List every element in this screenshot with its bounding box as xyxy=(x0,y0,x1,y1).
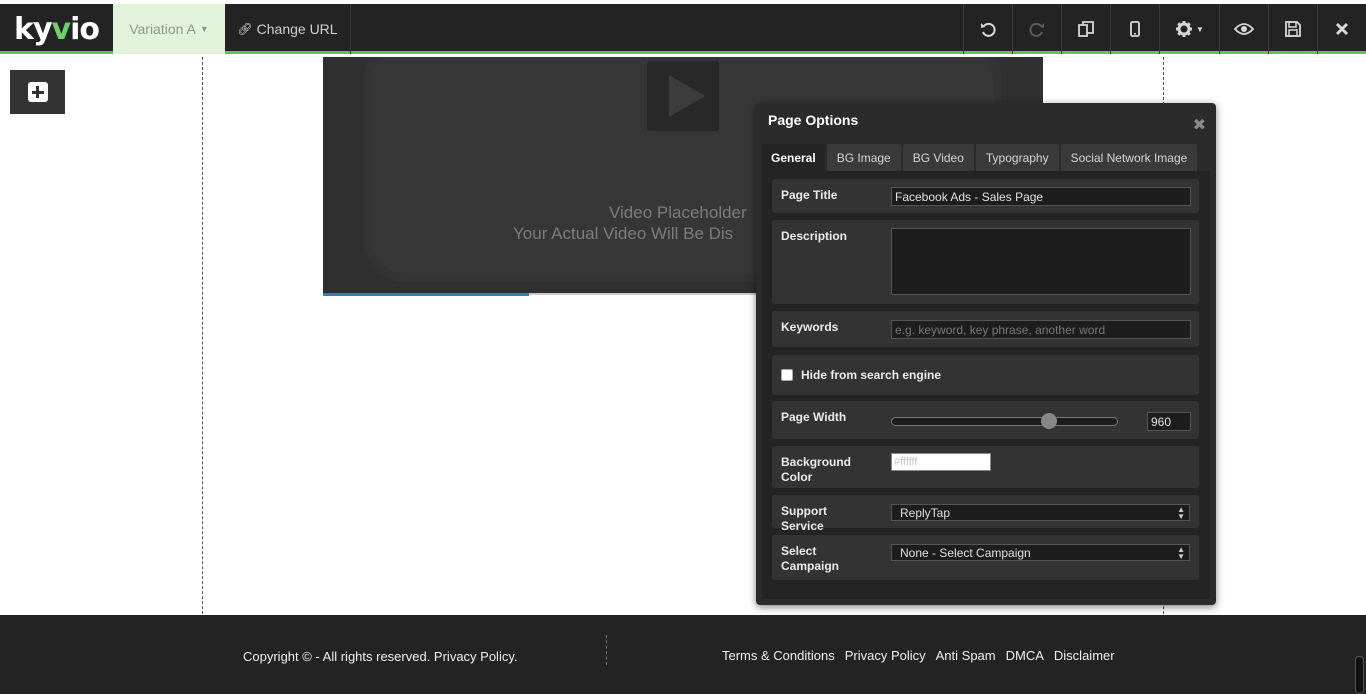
keywords-row: Keywords e.g. keyword, key phrase, anoth… xyxy=(772,311,1199,347)
copy-icon xyxy=(1078,21,1094,37)
kyvio-logo[interactable]: ky v io xyxy=(0,4,113,54)
tab-social-network-image[interactable]: Social Network Image xyxy=(1060,144,1198,171)
keywords-label: Keywords xyxy=(781,320,839,334)
page-width-label: Page Width xyxy=(781,410,847,424)
hide-search-label: Hide from search engine xyxy=(801,368,942,382)
footer-link-disclaimer[interactable]: Disclaimer xyxy=(1054,648,1115,663)
footer-link-anti-spam[interactable]: Anti Spam xyxy=(936,648,996,663)
campaign-select[interactable]: None - Select Campaign ▲ ▼ xyxy=(891,544,1190,561)
duplicate-button[interactable] xyxy=(1061,4,1110,54)
mobile-icon xyxy=(1130,21,1140,37)
background-color-input[interactable]: #ffffff xyxy=(891,453,991,471)
select-arrows-icon: ▲ ▼ xyxy=(1177,544,1185,561)
change-url-button[interactable]: 🔗︎ Change URL xyxy=(225,4,351,54)
scrollbar-thumb[interactable] xyxy=(1355,656,1364,694)
redo-button[interactable] xyxy=(1012,4,1061,54)
logo-text-suffix: io xyxy=(70,11,100,47)
support-service-row: Support Service ReplyTap ▲ ▼ xyxy=(772,495,1199,533)
tab-bg-image[interactable]: BG Image xyxy=(826,144,901,171)
page-title-input[interactable]: Facebook Ads - Sales Page xyxy=(891,187,1191,206)
hide-search-checkbox[interactable] xyxy=(781,369,793,381)
caret-down-icon: ▼ xyxy=(1196,24,1204,34)
page-width-input[interactable]: 960 xyxy=(1147,412,1191,431)
link-icon: 🔗︎ xyxy=(237,22,253,36)
variation-dropdown[interactable]: Variation A ▼ xyxy=(113,4,225,54)
footer-copyright: Copyright © - All rights reserved. Priva… xyxy=(243,649,518,664)
undo-button[interactable] xyxy=(963,4,1012,54)
left-guide-line xyxy=(202,57,203,694)
variation-label: Variation A xyxy=(129,21,196,37)
campaign-row: Select Campaign None - Select Campaign ▲… xyxy=(772,535,1199,580)
gear-icon xyxy=(1176,21,1193,37)
tab-bg-video[interactable]: BG Video xyxy=(902,144,974,171)
add-element-button[interactable] xyxy=(10,70,65,114)
page-title-label: Page Title xyxy=(781,188,838,202)
preview-button[interactable] xyxy=(1219,4,1268,54)
close-icon xyxy=(1335,22,1349,36)
support-service-value: ReplyTap xyxy=(900,505,951,520)
support-service-label: Support Service xyxy=(781,504,827,533)
description-row: Description xyxy=(772,220,1199,304)
save-icon xyxy=(1285,21,1301,37)
background-color-row: Background Color #ffffff xyxy=(772,446,1199,488)
footer-link-dmca[interactable]: DMCA xyxy=(1006,648,1044,663)
background-color-label: Background Color xyxy=(781,455,852,484)
dialog-tabs: General BG Image BG Video Typography Soc… xyxy=(762,144,1198,171)
save-button[interactable] xyxy=(1268,4,1317,54)
keywords-input[interactable]: e.g. keyword, key phrase, another word xyxy=(891,320,1191,339)
select-arrows-icon: ▲ ▼ xyxy=(1177,504,1185,521)
toolbar-actions: ▼ xyxy=(963,4,1366,54)
page-options-dialog: Page Options ✖ General BG Image BG Video… xyxy=(756,103,1216,605)
tab-typography[interactable]: Typography xyxy=(975,144,1059,171)
footer-link-terms[interactable]: Terms & Conditions xyxy=(722,648,835,663)
top-toolbar: ky v io Variation A ▼ 🔗︎ Change URL ▼ xyxy=(0,4,1366,54)
page-width-slider-handle[interactable] xyxy=(1041,413,1057,429)
footer-link-privacy[interactable]: Privacy Policy xyxy=(845,648,926,663)
general-tab-panel: Page Title Facebook Ads - Sales Page Des… xyxy=(762,171,1210,599)
video-placeholder-title: Video Placeholder xyxy=(609,203,747,222)
caret-down-icon: ▼ xyxy=(199,24,209,34)
campaign-value: None - Select Campaign xyxy=(900,545,1031,560)
description-textarea[interactable] xyxy=(891,228,1191,295)
redo-icon xyxy=(1029,22,1044,37)
play-icon[interactable] xyxy=(647,61,719,131)
settings-dropdown[interactable]: ▼ xyxy=(1159,4,1219,54)
logo-text-prefix: ky xyxy=(14,11,53,47)
page-footer: Copyright © - All rights reserved. Priva… xyxy=(0,615,1366,694)
plus-square-icon xyxy=(27,82,48,102)
dialog-close-icon[interactable]: ✖ xyxy=(1193,115,1206,135)
mobile-view-button[interactable] xyxy=(1110,4,1159,54)
hide-search-row: Hide from search engine xyxy=(772,355,1199,395)
dialog-title: Page Options xyxy=(768,112,859,128)
campaign-label: Select Campaign xyxy=(781,544,840,573)
change-url-label: Change URL xyxy=(256,21,338,37)
undo-icon xyxy=(981,22,996,37)
page-width-row: Page Width 960 xyxy=(772,401,1199,439)
support-service-select[interactable]: ReplyTap ▲ ▼ xyxy=(891,504,1190,521)
close-editor-button[interactable] xyxy=(1317,4,1366,54)
footer-links: Terms & Conditions Privacy Policy Anti S… xyxy=(722,648,1115,663)
tab-general[interactable]: General xyxy=(762,144,825,171)
video-placeholder-subtitle: Your Actual Video Will Be Dis xyxy=(513,224,734,243)
video-progress-bar xyxy=(323,293,529,296)
description-label: Description xyxy=(781,229,848,243)
page-title-row: Page Title Facebook Ads - Sales Page xyxy=(772,179,1199,213)
eye-icon xyxy=(1234,23,1254,35)
logo-text-v: v xyxy=(51,11,72,47)
footer-divider xyxy=(606,635,607,665)
page-width-slider[interactable] xyxy=(891,413,1118,429)
